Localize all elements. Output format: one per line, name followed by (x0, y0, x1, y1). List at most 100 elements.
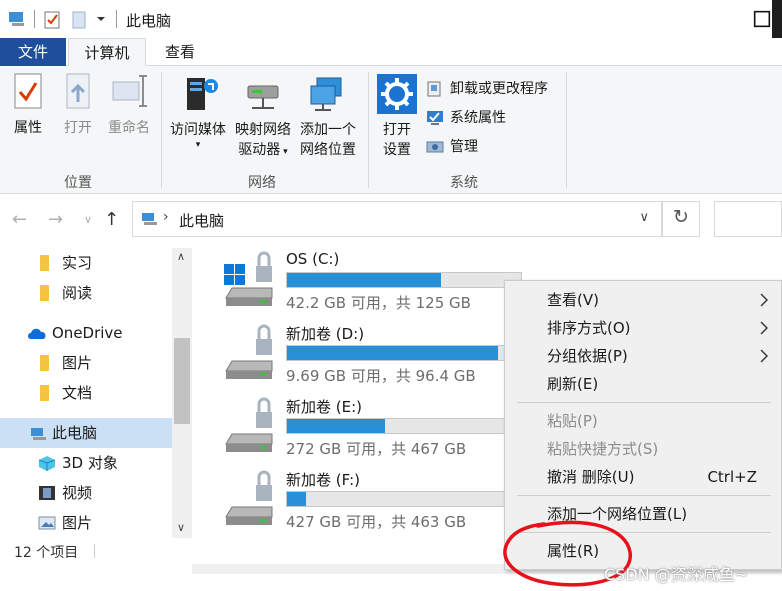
access-media-label: 访问媒体 (170, 122, 226, 138)
windows-drive-icon (224, 251, 273, 306)
film-icon (39, 486, 55, 500)
computer-icon[interactable] (8, 11, 28, 27)
maximize-icon[interactable] (750, 8, 774, 30)
ribbon-separator (368, 72, 369, 188)
map-network-drive-button[interactable]: 映射网络 驱动器 ▾ (232, 74, 294, 162)
open-settings-button[interactable]: 打开 设置 (374, 74, 420, 160)
drive-usage-fill (287, 346, 498, 360)
drive-d[interactable]: 新加卷 (D:) 9.69 GB 可用，共 96.4 GB (222, 323, 522, 393)
nav-item-label: 此电脑 (52, 424, 98, 442)
nav-item-pictures[interactable]: 图片 (0, 508, 172, 538)
tab-view[interactable]: 查看 (150, 38, 210, 66)
refresh-button[interactable]: ↻ (662, 201, 700, 237)
folder-icon (40, 285, 49, 301)
picture-icon (38, 516, 56, 530)
forward-arrow-icon[interactable]: → (48, 209, 63, 230)
nav-item-videos[interactable]: 视频 (0, 478, 172, 508)
menu-item-undo-delete[interactable]: 撤消 删除(U) (547, 466, 634, 488)
nav-item-internship[interactable]: 实习 (0, 248, 172, 278)
menu-item-view[interactable]: 查看(V) (547, 289, 599, 311)
recent-locations-chevron-icon[interactable]: ∨ (84, 213, 92, 226)
rename-button[interactable]: 重命名 (104, 72, 154, 138)
map-drive-label-2: 驱动器 ▾ (238, 142, 288, 158)
rename-icon (112, 75, 147, 107)
nav-scrollbar-thumb[interactable] (174, 338, 190, 424)
system-properties-button[interactable]: 系统属性 (426, 107, 506, 129)
media-server-icon (187, 78, 218, 110)
computer-icon (142, 213, 157, 225)
up-arrow-icon[interactable]: ↑ (104, 209, 119, 230)
nav-item-label: 实习 (62, 254, 93, 272)
menu-item-paste-shortcut[interactable]: 粘贴快捷方式(S) (547, 438, 658, 460)
open-label: 打开 (64, 120, 92, 136)
address-dropdown-icon[interactable]: ∨ (639, 210, 649, 225)
undo-shortcut: Ctrl+Z (707, 468, 757, 486)
uninstall-programs-button[interactable]: 卸载或更改程序 (426, 78, 548, 100)
folder-icon (40, 355, 49, 371)
drive-icon (225, 397, 273, 452)
nav-item-reading[interactable]: 阅读 (0, 278, 172, 308)
drive-capacity: 427 GB 可用，共 463 GB (286, 513, 467, 531)
ribbon-separator (161, 72, 162, 188)
menu-item-refresh[interactable]: 刷新(E) (547, 373, 598, 395)
nav-item-label: 文档 (62, 384, 93, 402)
scroll-down-chevron-icon[interactable]: ∨ (177, 521, 185, 534)
folder-icon (40, 385, 49, 401)
network-drive-icon (247, 85, 279, 109)
back-arrow-icon[interactable]: ← (12, 209, 27, 230)
nav-scrollbar[interactable]: ∧ ∨ (172, 248, 192, 538)
map-drive-label-1: 映射网络 (235, 122, 291, 138)
nav-item-label: 视频 (62, 484, 93, 502)
nav-item-onedrive[interactable]: OneDrive (0, 318, 172, 348)
open-button[interactable]: 打开 (58, 72, 98, 138)
nav-item-label: 3D 对象 (62, 454, 118, 472)
rename-label: 重命名 (108, 120, 150, 136)
nav-item-pictures-onedrive[interactable]: 图片 (0, 348, 172, 378)
drive-e[interactable]: 新加卷 (E:) 272 GB 可用，共 467 GB (222, 396, 522, 466)
computer-icon (31, 428, 46, 440)
scroll-up-chevron-icon[interactable]: ∧ (177, 250, 185, 263)
breadcrumb-chevron-icon[interactable]: › (163, 209, 169, 225)
menu-item-paste[interactable]: 粘贴(P) (547, 410, 598, 432)
navigation-pane: 实习 阅读 OneDrive 图片 文档 此电脑 3D 对象 视频 图片 (0, 248, 192, 538)
properties-button[interactable]: 属性 (6, 72, 50, 138)
nav-item-3d-objects[interactable]: 3D 对象 (0, 448, 172, 478)
properties-check-icon[interactable] (44, 11, 62, 29)
status-separator (94, 544, 95, 558)
menu-item-group[interactable]: 分组依据(P) (547, 345, 628, 367)
open-icon (66, 73, 90, 109)
tab-file[interactable]: 文件 (0, 38, 66, 66)
submenu-chevron-icon (760, 321, 768, 335)
address-bar[interactable]: › 此电脑 ∨ (132, 201, 662, 237)
drive-capacity: 9.69 GB 可用，共 96.4 GB (286, 367, 476, 385)
drive-f[interactable]: 新加卷 (F:) 427 GB 可用，共 463 GB (222, 469, 522, 539)
drive-icon (225, 470, 273, 525)
window-title: 此电脑 (126, 12, 172, 30)
drive-usage-fill (287, 273, 442, 287)
watermark-text: CSDN @资深咸鱼~ (604, 565, 749, 584)
add-location-label-2: 网络位置 (300, 142, 356, 158)
new-folder-icon[interactable] (72, 11, 86, 29)
tab-computer[interactable]: 计算机 (68, 38, 146, 67)
manage-icon (426, 141, 444, 153)
drive-icon (225, 324, 273, 379)
drive-c[interactable]: OS (C:) 42.2 GB 可用，共 125 GB (222, 250, 522, 320)
ribbon: 属性 打开 重命名 位置 访问媒体 ▾ 映射网络 驱动器 ▾ 添加一个 网络位置… (0, 66, 782, 194)
cube-icon (38, 456, 56, 471)
menu-item-sort[interactable]: 排序方式(O) (547, 317, 631, 339)
open-settings-label-2: 设置 (383, 142, 411, 158)
item-count: 12 个项目 (14, 545, 79, 561)
nav-item-this-pc[interactable]: 此电脑 (0, 418, 172, 448)
title-bar: 此电脑 (0, 0, 782, 62)
add-network-location-button[interactable]: 添加一个 网络位置 (296, 74, 360, 160)
drive-usage-fill (287, 492, 306, 506)
drive-usage-bar (286, 491, 522, 507)
qat-dropdown-icon[interactable] (96, 16, 106, 22)
drive-usage-bar (286, 418, 522, 434)
access-media-button[interactable]: 访问媒体 ▾ (166, 74, 230, 150)
nav-item-documents[interactable]: 文档 (0, 378, 172, 408)
search-input[interactable] (714, 201, 782, 237)
uninstall-label: 卸载或更改程序 (450, 81, 548, 97)
system-properties-label: 系统属性 (450, 110, 506, 126)
manage-button[interactable]: 管理 (426, 136, 478, 158)
